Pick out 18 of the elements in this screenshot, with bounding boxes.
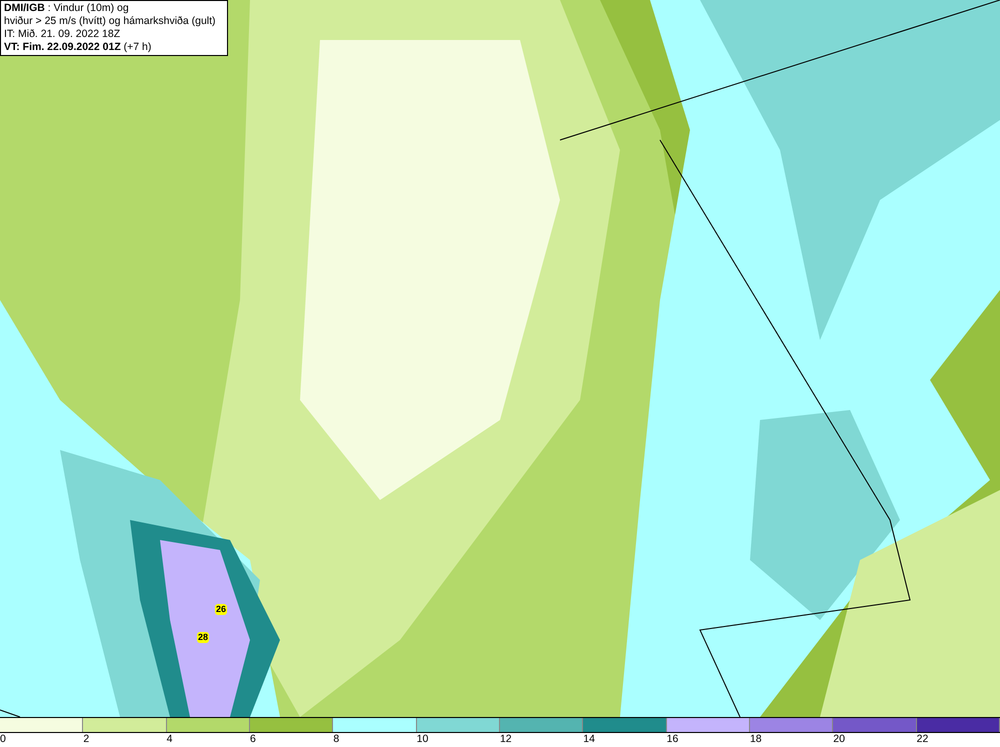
legend-label: 8 — [333, 733, 340, 746]
legend-label: 18 — [750, 733, 762, 746]
header-text: hviður > 25 m/s (hvítt) og hámarkshviða (gult) — [4, 15, 217, 28]
legend-label: 10 — [416, 733, 428, 746]
legend-label: 2 — [83, 733, 90, 746]
legend-label: 4 — [166, 733, 172, 746]
header-text: DMI/IGB : Vindur (10m) og — [4, 2, 130, 15]
legend-label: 0 — [0, 733, 6, 746]
legend-label: 16 — [666, 733, 678, 746]
legend-label: 20 — [833, 733, 845, 746]
legend-label: 14 — [583, 733, 595, 746]
legend-label: 12 — [500, 733, 512, 746]
legend-label: 6 — [250, 733, 256, 746]
gust-label: 26 — [215, 604, 228, 615]
gust-label: 28 — [197, 632, 210, 643]
header-text: VT: Fim. 22.09.2022 01Z (+7 h) — [4, 41, 152, 54]
legend-label: 22 — [916, 733, 928, 746]
header-text: IT: Mið. 21. 09. 2022 18Z — [4, 28, 122, 41]
